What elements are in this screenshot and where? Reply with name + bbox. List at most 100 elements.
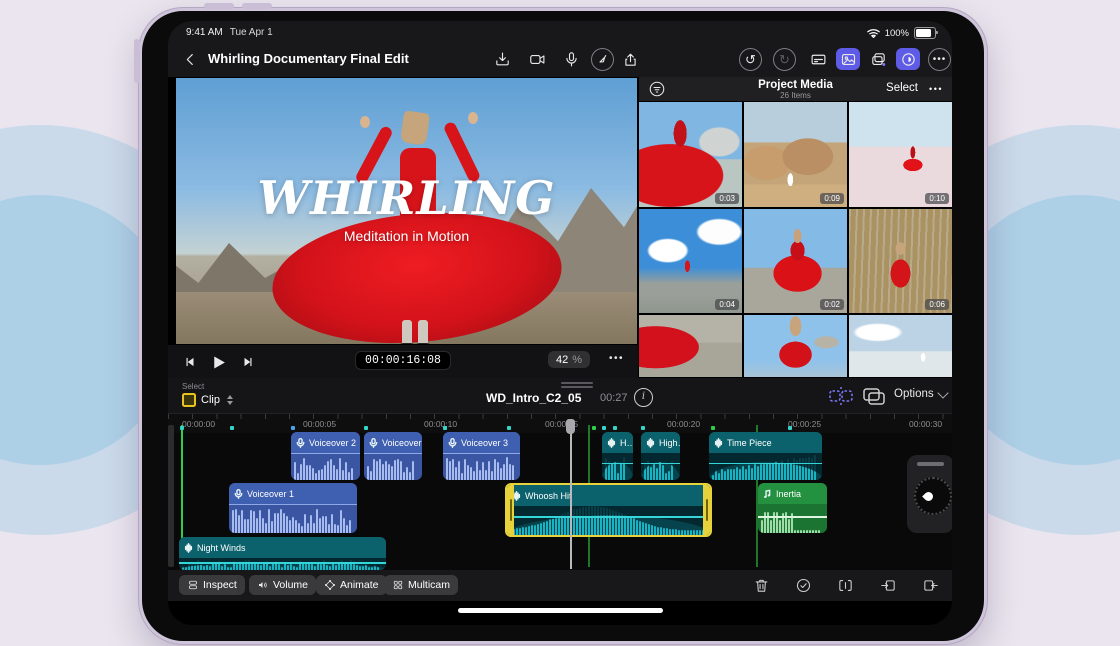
bottom-toolbar: Inspect Volume Animate Multicam: [168, 570, 952, 601]
import-button[interactable]: [490, 48, 514, 70]
trim-handle-left[interactable]: [507, 485, 514, 535]
duration-badge: 0:04: [715, 299, 739, 310]
media-item-red-skirt-closeup[interactable]: 0:03: [639, 102, 742, 207]
camera-button[interactable]: [525, 48, 549, 70]
timeline-clip-voiceover-2[interactable]: Voiceover 2: [291, 432, 360, 480]
back-chevron-icon: [182, 51, 199, 68]
media-item-white-figure-horizon[interactable]: [849, 315, 952, 377]
keyboard-icon: [810, 51, 827, 68]
media-item-red-skirt-hills[interactable]: [639, 315, 742, 377]
undo-icon: ↺: [745, 52, 756, 68]
media-more-button[interactable]: •••: [929, 84, 943, 94]
redo-button[interactable]: ↻: [773, 48, 796, 71]
media-item-arms-crossed-dancer[interactable]: [744, 315, 847, 377]
media-item-salt-flat-red-dancer[interactable]: 0:10: [849, 102, 952, 207]
timeline-clip-time-piece[interactable]: Time Piece: [709, 432, 822, 480]
media-item-golden-reeds-red-dancer[interactable]: 0:06: [849, 209, 952, 313]
ruler-marker-dot: [613, 426, 617, 430]
playhead[interactable]: [570, 419, 572, 569]
mic-button[interactable]: [559, 48, 583, 70]
clips-button[interactable]: [866, 48, 890, 70]
timeline-clip-voiceover-3[interactable]: Voiceover 3: [443, 432, 520, 480]
mic-icon: [563, 51, 580, 68]
timecode-display[interactable]: 00:00:16:08: [355, 351, 451, 370]
delete-button[interactable]: [750, 574, 772, 596]
screen: 9:41 AMTue Apr 1 100% Whirling Documenta…: [168, 21, 952, 625]
overwrite-button[interactable]: [834, 574, 856, 596]
connect-button[interactable]: [919, 574, 941, 596]
media-item-cloudy-sky-red-dancer[interactable]: 0:04: [639, 209, 742, 313]
duration-badge: 0:10: [925, 193, 949, 204]
play-icon: [210, 354, 227, 371]
duration-badge: 0:09: [820, 193, 844, 204]
jog-dial-icon[interactable]: [914, 477, 952, 515]
back-button[interactable]: [178, 48, 202, 70]
multicam-button[interactable]: Multicam: [384, 575, 458, 595]
viewer-more-button[interactable]: •••: [609, 353, 624, 364]
timeline-clip-high-[interactable]: High…: [641, 432, 680, 480]
skip-forward-icon: [241, 355, 255, 369]
ruler-marker-dot: [180, 426, 184, 430]
ruler-marker-dot: [592, 426, 596, 430]
jog-drag-handle[interactable]: [917, 462, 944, 466]
video-preview[interactable]: WHIRLING Meditation in Motion: [176, 78, 637, 344]
ruler-marker-dot: [507, 426, 511, 430]
more-button[interactable]: •••: [928, 48, 951, 71]
trim-handle-right[interactable]: [703, 485, 710, 535]
insert-button[interactable]: [877, 574, 899, 596]
volume-button-2: [242, 3, 272, 9]
volume-button-1: [204, 3, 234, 9]
viewer-panel: WHIRLING Meditation in Motion 00:00:16:0…: [168, 77, 638, 378]
zoom-level[interactable]: 42%: [548, 351, 590, 368]
timeline-clip-inertia[interactable]: Inertia: [758, 483, 827, 533]
media-panel: Project Media 26 Items Select ••• 0:030:…: [639, 77, 952, 378]
media-browser-button[interactable]: [836, 48, 860, 70]
media-item-red-dancer-back-view[interactable]: 0:02: [744, 209, 847, 313]
jog-toggle-icon: [900, 51, 917, 68]
duration-badge: 0:06: [925, 299, 949, 310]
app-toolbar: Whirling Documentary Final Edit ↺ ↻: [168, 42, 952, 77]
insert-icon: [880, 577, 897, 594]
ruler-marker-dot: [602, 426, 606, 430]
ruler-marker-dot: [230, 426, 234, 430]
skip-back-icon: [183, 355, 197, 369]
transport-bar: 00:00:16:08 42% •••: [168, 345, 638, 378]
animate-button[interactable]: Animate: [316, 575, 387, 595]
redo-icon: ↻: [779, 52, 790, 68]
ruler-marker-dot: [443, 426, 447, 430]
skip-forward-button[interactable]: [238, 352, 258, 372]
top-chrome: 9:41 AMTue Apr 1 100% Whirling Documenta…: [168, 21, 952, 77]
skip-back-button[interactable]: [180, 352, 200, 372]
home-indicator[interactable]: [458, 608, 663, 613]
play-button[interactable]: [208, 352, 228, 372]
pencil-button[interactable]: [591, 48, 614, 71]
clips-icon: [870, 51, 887, 68]
status-left: 9:41 AMTue Apr 1: [186, 27, 273, 38]
more-icon: •••: [933, 54, 947, 65]
battery-percent: 100%: [885, 28, 909, 39]
undo-button[interactable]: ↺: [739, 48, 762, 71]
video-title: WHIRLING: [176, 171, 637, 225]
timeline-clip-h-[interactable]: H…: [602, 432, 633, 480]
inspect-button[interactable]: Inspect: [179, 575, 245, 595]
playhead-handle[interactable]: [566, 419, 575, 434]
approve-button[interactable]: [792, 574, 814, 596]
select-button[interactable]: Select: [886, 82, 918, 94]
timeline-clip-night-winds[interactable]: Night Winds: [179, 537, 386, 570]
animate-icon: [324, 579, 336, 591]
volume-button[interactable]: Volume: [249, 575, 316, 595]
share-button[interactable]: [618, 48, 642, 70]
status-right: 100%: [867, 27, 936, 39]
jog-toggle-button[interactable]: [896, 48, 920, 70]
ruler-marker-dot: [364, 426, 368, 430]
duration-badge: 0:02: [820, 299, 844, 310]
timeline-clip-voiceover-1[interactable]: Voiceover 1: [229, 483, 357, 533]
jog-wheel[interactable]: [907, 455, 952, 533]
toolbar-divider: [238, 576, 239, 594]
status-bar: 9:41 AMTue Apr 1 100%: [168, 26, 952, 42]
timeline-clip-whoosh-hit[interactable]: Whoosh Hit: [505, 483, 712, 537]
media-item-desert-rocks-white-figure[interactable]: 0:09: [744, 102, 847, 207]
keyboard-button[interactable]: [806, 48, 830, 70]
ruler-marker-dot: [641, 426, 645, 430]
timeline-clip-voiceover-2[interactable]: Voiceover 2: [364, 432, 422, 480]
